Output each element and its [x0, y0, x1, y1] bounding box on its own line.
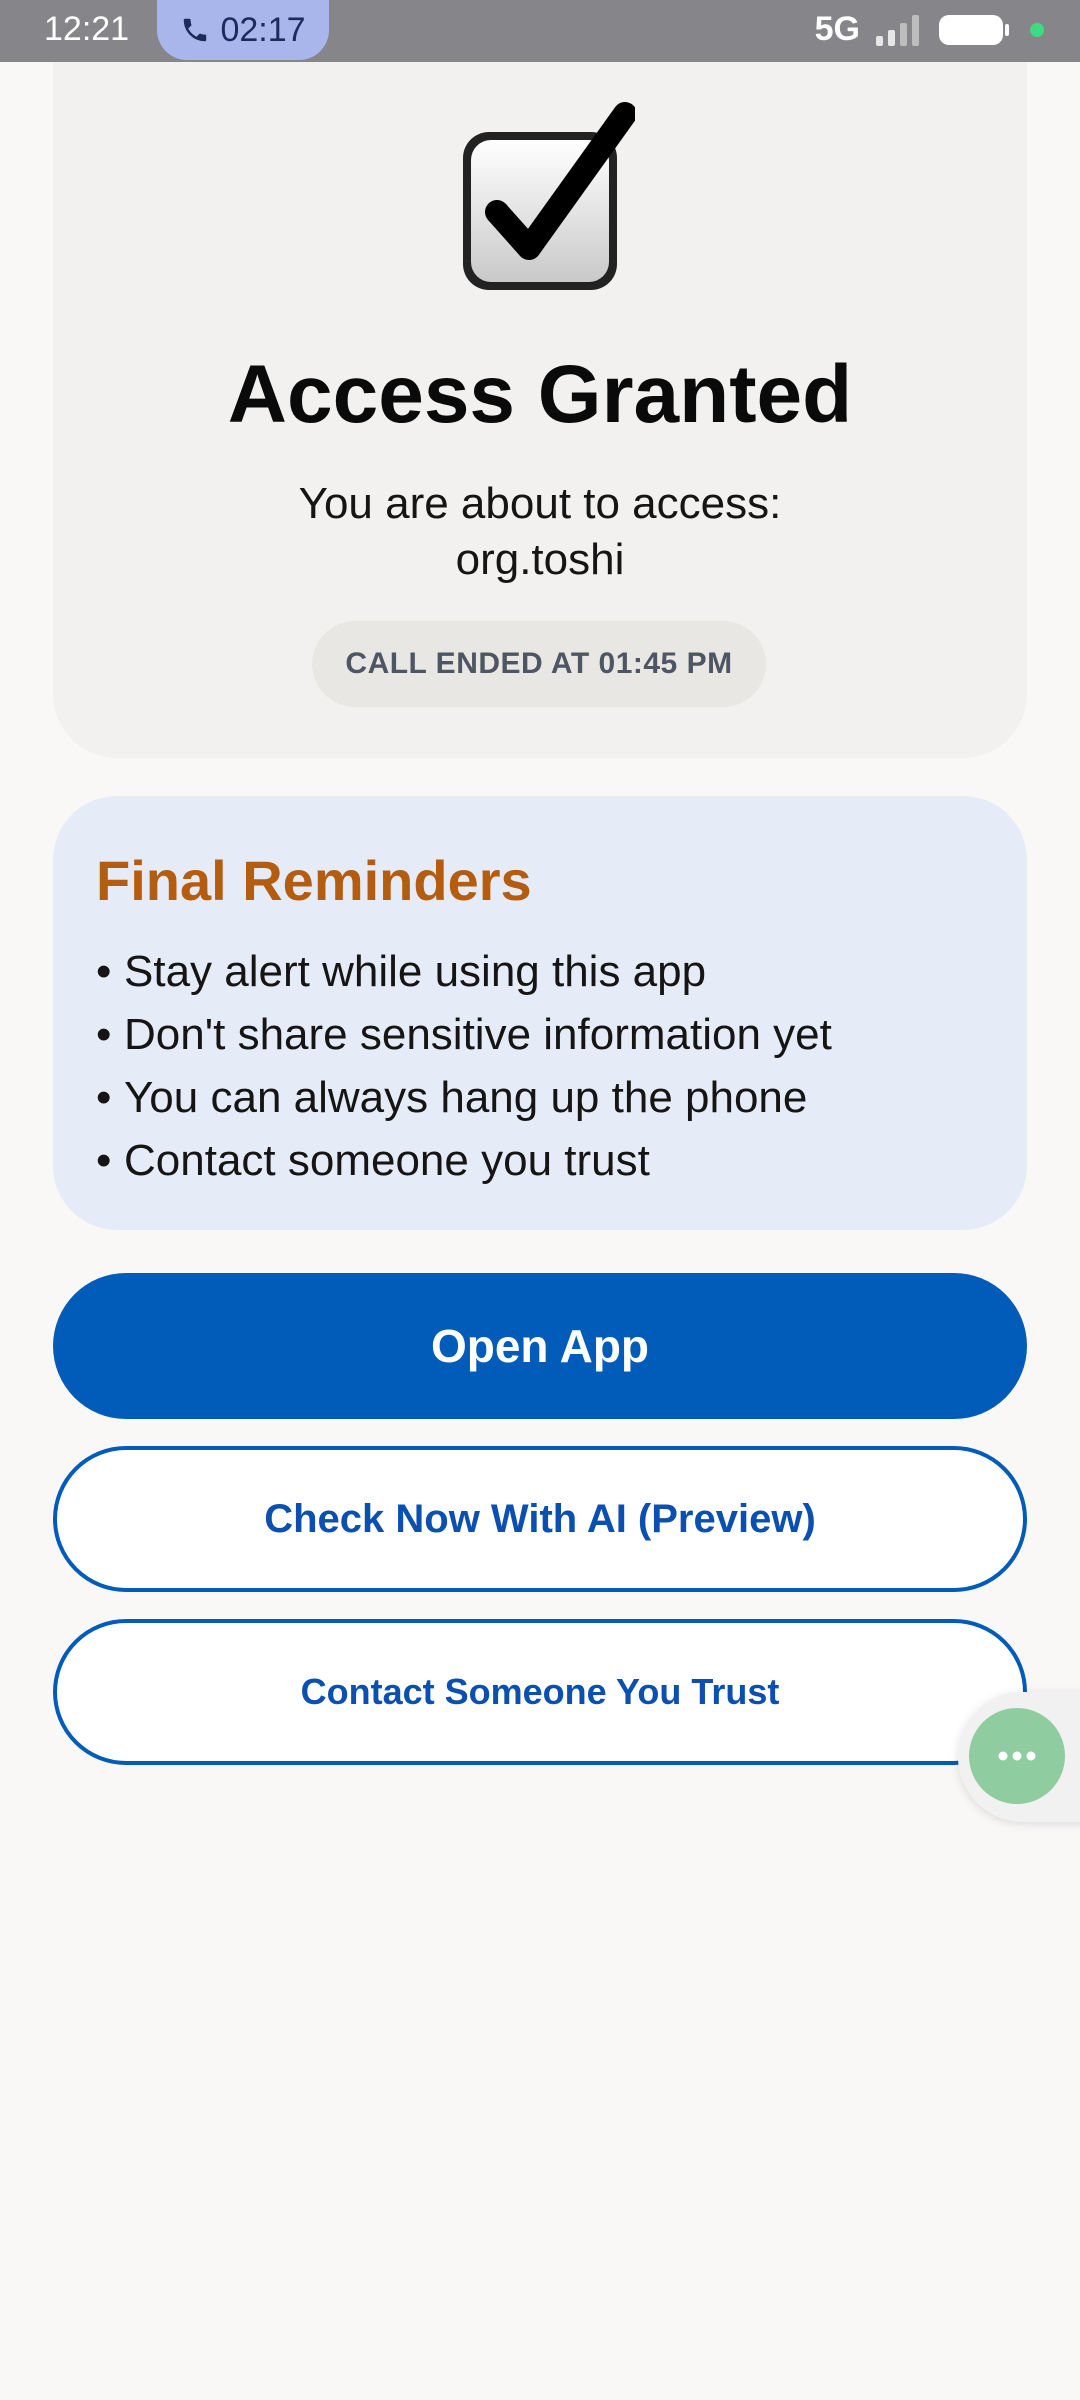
- phone-icon: [184, 18, 207, 42]
- call-timer: 02:17: [220, 10, 306, 49]
- floating-assistant-button[interactable]: [969, 1708, 1065, 1804]
- battery-icon: [939, 14, 1009, 45]
- reminders-list: • Stay alert while using this app • Don't …: [96, 940, 832, 1192]
- reminders-title: Final Reminders: [96, 849, 532, 912]
- status-bar: 12:21 02:17 5G: [0, 0, 1080, 62]
- list-item: • You can always hang up the phone: [96, 1073, 808, 1122]
- list-item: • Don't share sensitive information yet: [96, 1010, 832, 1059]
- privacy-dot-icon: [1030, 22, 1044, 37]
- access-target: You are about to access: org.toshi: [0, 476, 1080, 588]
- signal-bars-icon: [876, 14, 919, 46]
- status-indicators: 5G: [815, 10, 1044, 49]
- page-title: Access Granted: [227, 349, 853, 440]
- call-ended-badge: CALL ENDED AT 01:45 PM: [312, 621, 766, 707]
- open-app-button[interactable]: Open App: [53, 1273, 1027, 1419]
- check-with-ai-button[interactable]: Check Now With AI (Preview): [53, 1446, 1027, 1592]
- ongoing-call-pill[interactable]: 02:17: [157, 0, 329, 60]
- list-item: • Stay alert while using this app: [96, 947, 707, 996]
- status-time: 12:21: [44, 10, 130, 48]
- more-dots-icon: [998, 1751, 1036, 1761]
- check-box-icon: [463, 102, 635, 290]
- contact-trusted-button[interactable]: Contact Someone You Trust: [53, 1619, 1027, 1765]
- access-target-label: You are about to access:: [298, 479, 782, 528]
- list-item: • Contact someone you trust: [96, 1136, 650, 1185]
- network-type: 5G: [814, 10, 860, 48]
- access-target-app: org.toshi: [455, 535, 625, 584]
